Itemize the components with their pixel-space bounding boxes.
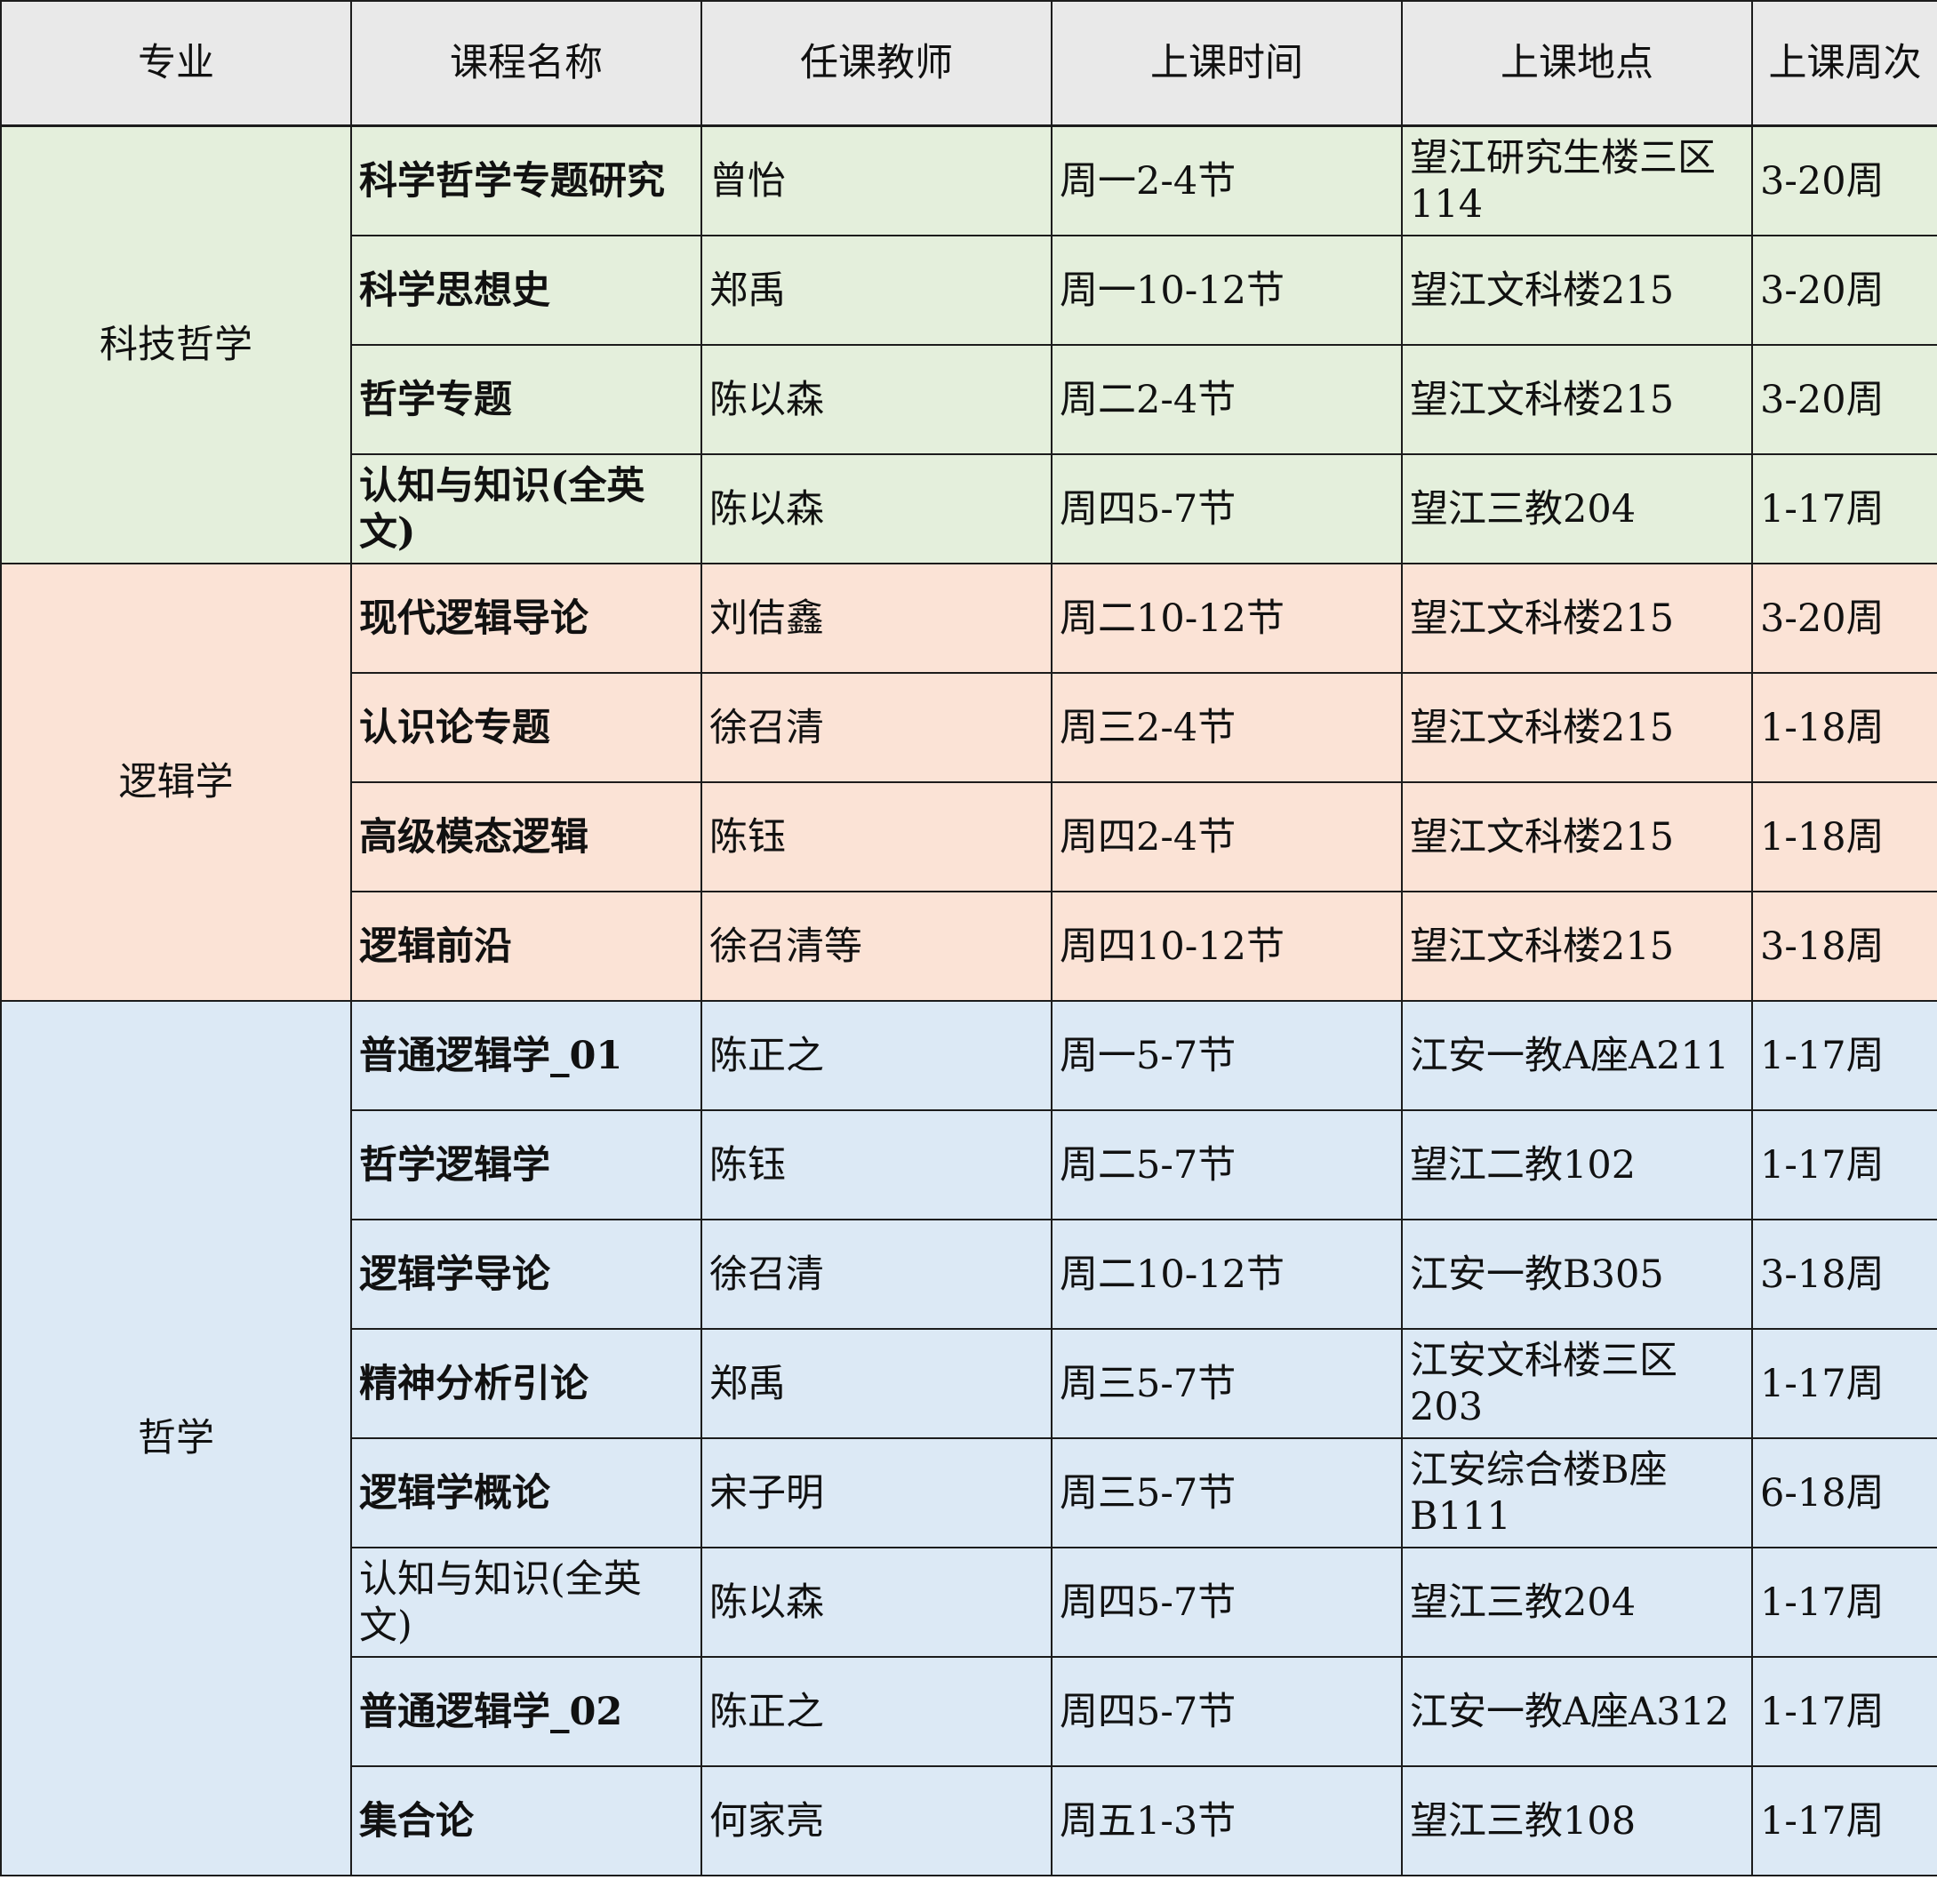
place-cell: 江安一教A座A211: [1401, 1000, 1753, 1111]
course-cell: 逻辑学导论: [350, 1219, 702, 1330]
time-cell: 周三5-7节: [1051, 1437, 1403, 1548]
teacher-cell: 宋子明: [700, 1437, 1053, 1548]
teacher-cell: 陈以森: [700, 1547, 1053, 1658]
place-cell: 望江文科楼215: [1401, 563, 1753, 674]
place-cell: 望江文科楼215: [1401, 235, 1753, 346]
place-cell: 望江二教102: [1401, 1109, 1753, 1220]
course-cell: 逻辑学概论: [350, 1437, 702, 1548]
teacher-cell: 刘佶鑫: [700, 563, 1053, 674]
time-cell: 周二5-7节: [1051, 1109, 1403, 1220]
header-row: 专业 课程名称 任课教师 上课时间 上课地点 上课周次: [0, 0, 1937, 127]
course-cell: 哲学逻辑学: [350, 1109, 702, 1220]
header-teacher: 任课教师: [700, 0, 1053, 127]
place-cell: 望江文科楼215: [1401, 672, 1753, 783]
place-cell: 江安文科楼三区203: [1401, 1328, 1753, 1439]
place-cell: 江安综合楼B座B111: [1401, 1437, 1753, 1548]
time-cell: 周四5-7节: [1051, 1656, 1403, 1767]
place-cell: 望江三教204: [1401, 1547, 1753, 1658]
weeks-cell: 1-17周: [1751, 1547, 1937, 1658]
weeks-cell: 3-18周: [1751, 891, 1937, 1002]
weeks-cell: 3-20周: [1751, 344, 1937, 455]
table-row: 科技哲学 科学哲学专题研究 曾怡 周一2-4节 望江研究生楼三区114 3-20…: [0, 124, 1937, 564]
weeks-cell: 3-18周: [1751, 1219, 1937, 1330]
weeks-cell: 1-17周: [1751, 453, 1937, 564]
time-cell: 周四10-12节: [1051, 891, 1403, 1002]
course-cell: 科学思想史: [350, 235, 702, 346]
course-cell: 认识论专题: [350, 672, 702, 783]
course-cell: 高级模态逻辑: [350, 781, 702, 892]
table-row: 哲学 普通逻辑学_01 陈正之 周一5-7节 江安一教A座A211 1-17周: [0, 1000, 1937, 1876]
weeks-cell: 1-17周: [1751, 1328, 1937, 1439]
time-cell: 周四2-4节: [1051, 781, 1403, 892]
weeks-cell: 1-17周: [1751, 1000, 1937, 1111]
course-schedule-table: 专业 课程名称 任课教师 上课时间 上课地点 上课周次 科技哲学 科学哲学专题研…: [0, 0, 1937, 1876]
teacher-cell: 陈钰: [700, 1109, 1053, 1220]
teacher-cell: 陈钰: [700, 781, 1053, 892]
place-cell: 江安一教B305: [1401, 1219, 1753, 1330]
course-cell: 精神分析引论: [350, 1328, 702, 1439]
teacher-cell: 郑禹: [700, 235, 1053, 346]
weeks-cell: 3-20周: [1751, 563, 1937, 674]
header-place: 上课地点: [1401, 0, 1753, 127]
table-row: 逻辑学 现代逻辑导论 刘佶鑫 周二10-12节 望江文科楼215 3-20周: [0, 563, 1937, 1002]
teacher-cell: 徐召清: [700, 672, 1053, 783]
time-cell: 周二10-12节: [1051, 1219, 1403, 1330]
course-cell: 哲学专题: [350, 344, 702, 455]
place-cell: 望江三教108: [1401, 1765, 1753, 1876]
time-cell: 周一5-7节: [1051, 1000, 1403, 1111]
teacher-cell: 陈正之: [700, 1656, 1053, 1767]
course-cell: 认知与知识(全英文): [350, 1547, 702, 1658]
place-cell: 江安一教A座A312: [1401, 1656, 1753, 1767]
time-cell: 周三5-7节: [1051, 1328, 1403, 1439]
course-cell: 认知与知识(全英文): [350, 453, 702, 564]
header-weeks: 上课周次: [1751, 0, 1937, 127]
course-cell: 集合论: [350, 1765, 702, 1876]
time-cell: 周五1-3节: [1051, 1765, 1403, 1876]
header-course: 课程名称: [350, 0, 702, 127]
teacher-cell: 曾怡: [700, 124, 1053, 236]
time-cell: 周四5-7节: [1051, 453, 1403, 564]
teacher-cell: 陈正之: [700, 1000, 1053, 1111]
major-cell: 逻辑学: [0, 563, 352, 1002]
weeks-cell: 1-17周: [1751, 1765, 1937, 1876]
teacher-cell: 陈以森: [700, 344, 1053, 455]
weeks-cell: 3-20周: [1751, 124, 1937, 236]
place-cell: 望江文科楼215: [1401, 344, 1753, 455]
place-cell: 望江研究生楼三区114: [1401, 124, 1753, 236]
course-cell: 普通逻辑学_02: [350, 1656, 702, 1767]
time-cell: 周三2-4节: [1051, 672, 1403, 783]
header-time: 上课时间: [1051, 0, 1403, 127]
time-cell: 周一2-4节: [1051, 124, 1403, 236]
major-cell: 哲学: [0, 1000, 352, 1876]
weeks-cell: 1-18周: [1751, 672, 1937, 783]
time-cell: 周二10-12节: [1051, 563, 1403, 674]
teacher-cell: 徐召清等: [700, 891, 1053, 1002]
weeks-cell: 1-17周: [1751, 1656, 1937, 1767]
header-major: 专业: [0, 0, 352, 127]
place-cell: 望江文科楼215: [1401, 891, 1753, 1002]
teacher-cell: 郑禹: [700, 1328, 1053, 1439]
course-cell: 普通逻辑学_01: [350, 1000, 702, 1111]
time-cell: 周二2-4节: [1051, 344, 1403, 455]
time-cell: 周四5-7节: [1051, 1547, 1403, 1658]
place-cell: 望江文科楼215: [1401, 781, 1753, 892]
course-cell: 科学哲学专题研究: [350, 124, 702, 236]
weeks-cell: 1-18周: [1751, 781, 1937, 892]
place-cell: 望江三教204: [1401, 453, 1753, 564]
course-cell: 现代逻辑导论: [350, 563, 702, 674]
weeks-cell: 6-18周: [1751, 1437, 1937, 1548]
teacher-cell: 陈以森: [700, 453, 1053, 564]
major-cell: 科技哲学: [0, 124, 352, 564]
weeks-cell: 1-17周: [1751, 1109, 1937, 1220]
time-cell: 周一10-12节: [1051, 235, 1403, 346]
teacher-cell: 何家亮: [700, 1765, 1053, 1876]
teacher-cell: 徐召清: [700, 1219, 1053, 1330]
weeks-cell: 3-20周: [1751, 235, 1937, 346]
course-cell: 逻辑前沿: [350, 891, 702, 1002]
